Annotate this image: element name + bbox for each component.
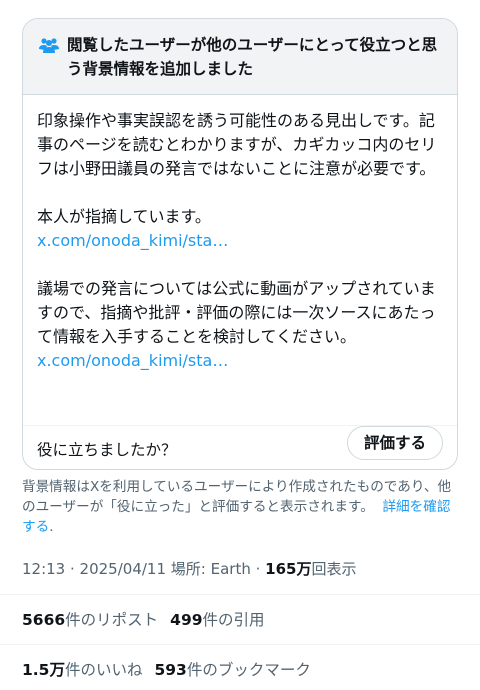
bookmarks-count: 593 <box>154 661 187 679</box>
reposts-stat[interactable]: 5666件のリポスト <box>22 611 158 629</box>
community-note-card: 閲覧したユーザーが他のユーザーにとって役立つと思う背景情報を追加しました 印象操… <box>22 18 458 470</box>
separator: · <box>250 560 266 578</box>
quotes-count: 499 <box>170 611 203 629</box>
divider <box>0 644 480 645</box>
note-footnote: 背景情報はXを利用しているユーザーにより作成されたものであり、他のユーザーが「役… <box>22 477 458 537</box>
people-icon <box>39 38 59 53</box>
helpful-question: 役に立ちましたか？ <box>37 441 177 459</box>
footnote-period: . <box>49 519 54 535</box>
bookmarks-label: 件のブックマーク <box>186 661 311 679</box>
post-meta: 12:13 · 2025/04/11 場所: Earth · 165万回表示 <box>22 558 356 580</box>
note-body: 印象操作や事実誤認を誘う可能性のある見出しです。記事のページを読むとわかりますが… <box>37 109 447 373</box>
source-link[interactable]: x.com/onoda_kimi/sta… <box>37 349 447 373</box>
note-header: 閲覧したユーザーが他のユーザーにとって役立つと思う背景情報を追加しました <box>23 19 457 95</box>
likes-label: 件のいいね <box>64 661 143 679</box>
source-link[interactable]: x.com/onoda_kimi/sta… <box>37 229 447 253</box>
views-label: 回表示 <box>311 560 357 578</box>
engagement-stats-row: 5666件のリポスト 499件の引用 <box>22 608 265 632</box>
note-paragraph: 印象操作や事実誤認を誘う可能性のある見出しです。記事のページを読むとわかりますが… <box>37 111 437 178</box>
bookmarks-stat[interactable]: 593件のブックマーク <box>154 661 310 679</box>
note-title: 閲覧したユーザーが他のユーザーにとって役立つと思う背景情報を追加しました <box>67 36 438 78</box>
reposts-count: 5666 <box>22 611 66 629</box>
views-count: 165万 <box>265 560 312 578</box>
quotes-label: 件の引用 <box>202 611 265 629</box>
reposts-label: 件のリポスト <box>65 611 159 629</box>
likes-stat[interactable]: 1.5万件のいいね <box>22 661 142 679</box>
engagement-stats-row: 1.5万件のいいね 593件のブックマーク <box>22 658 311 682</box>
note-paragraph: 本人が指摘しています。 <box>37 207 211 226</box>
rate-button[interactable]: 評価する <box>346 426 443 460</box>
note-paragraph: 議場での発言については公式に動画がアップされていますので、指摘や批評・評価の際に… <box>37 279 436 346</box>
post-time[interactable]: 12:13 <box>22 560 65 578</box>
quotes-stat[interactable]: 499件の引用 <box>170 611 264 629</box>
likes-count: 1.5万 <box>22 661 65 679</box>
post-date[interactable]: 2025/04/11 <box>80 560 166 578</box>
post-location: 場所: Earth <box>166 560 251 578</box>
divider <box>0 594 480 595</box>
separator: · <box>65 560 80 578</box>
